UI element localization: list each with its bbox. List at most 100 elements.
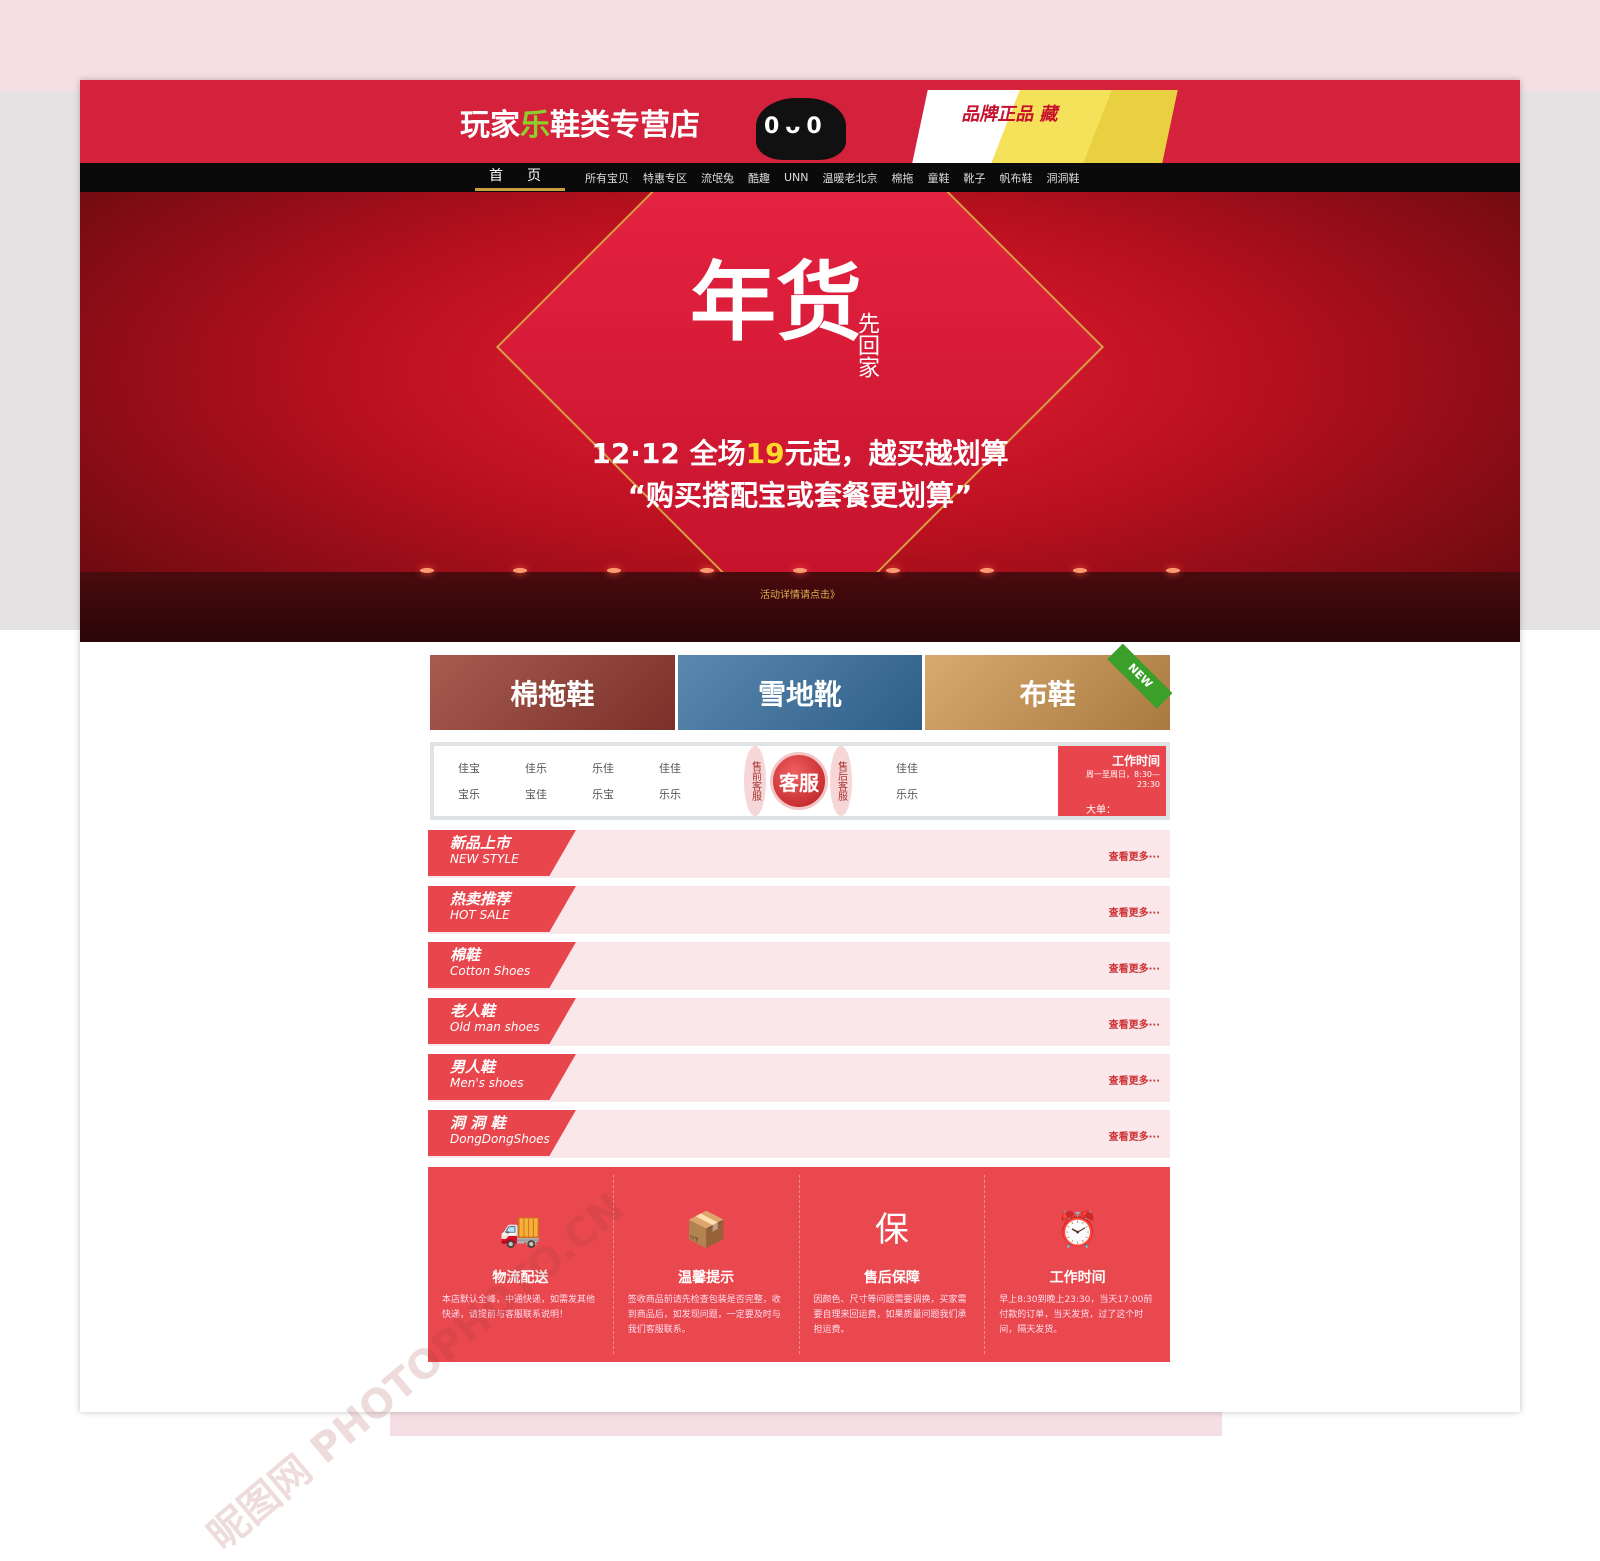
banner-line1: 12·12 全场19元起，越买越划算 (80, 432, 1520, 472)
section-title: 老人鞋 (450, 1002, 496, 1020)
category-snow-boots[interactable]: 雪地靴 (677, 655, 923, 730)
banner-details-link[interactable]: 活动详情请点击》 (80, 586, 1520, 601)
view-more-link[interactable]: 查看更多··· (1109, 1072, 1160, 1087)
section-row: 男人鞋 Men's shoes 查看更多··· (428, 1054, 1170, 1102)
section-subtitle: NEW STYLE (450, 852, 519, 866)
section-title: 热卖推荐 (450, 890, 511, 908)
section-subtitle: Old man shoes (450, 1020, 540, 1034)
nav-home[interactable]: 首页 (475, 165, 565, 191)
section-row: 热卖推荐 HOT SALE 查看更多··· (428, 886, 1170, 934)
banner-line2: “购买搭配宝或套餐更划算” (627, 479, 973, 512)
main-nav: 首页 所有宝贝 特惠专区 流氓兔 酷趣 UNN 温暖老北京 棉拖 童鞋 靴子 帆… (80, 163, 1520, 192)
agent-link[interactable]: 乐乐 (896, 786, 918, 802)
nav-item[interactable]: 棉拖 (892, 170, 914, 186)
after-sale-agents: 佳佳 乐乐 (896, 760, 918, 802)
section-subtitle: DongDongShoes (450, 1132, 550, 1146)
shield-icon: 保 (874, 1210, 909, 1250)
view-more-link[interactable]: 查看更多··· (1109, 1128, 1160, 1143)
line1-pre: 12·12 全场 (591, 437, 746, 470)
view-more-link[interactable]: 查看更多··· (1109, 848, 1160, 863)
bottom-strip (390, 1410, 1222, 1436)
nav-item[interactable]: 酷趣 (748, 170, 770, 186)
category-cloth-shoes[interactable]: 布鞋 NEW (925, 643, 1173, 730)
section-subtitle: Cotton Shoes (450, 964, 531, 978)
store-logo[interactable]: 玩家乐鞋类专营店 (460, 100, 700, 144)
promo-text: 品牌正品 藏 (960, 104, 1062, 125)
nav-item[interactable]: 特惠专区 (643, 170, 687, 186)
tmall-cat-icon: 0ᴗ0 (756, 98, 846, 160)
info-desc: 早上8:30到晚上23:30，当天17:00前付款的订单，当天发货，过了这个时间… (999, 1295, 1153, 1335)
info-after-sale: 保售后保障因颜色、尺寸等问题需要调换，买家需要自理来回运费，如果质量问题我们承担… (800, 1175, 986, 1354)
box-icon: 📦 (684, 1210, 728, 1250)
mascot-face: 0ᴗ0 (764, 114, 828, 139)
agent-link[interactable]: 佳佳 (896, 760, 918, 776)
agent-link[interactable]: 佳佳 (659, 760, 726, 776)
section-title: 棉鞋 (450, 946, 481, 964)
section-title: 新品上市 (450, 834, 511, 852)
section-tag: 新品上市 NEW STYLE (428, 830, 576, 876)
section-subtitle: Men's shoes (450, 1076, 524, 1090)
after-sale-label: 售后客服 (830, 746, 852, 816)
stage-lights (420, 568, 1180, 573)
section-tag: 洞 洞 鞋 DongDongShoes (428, 1110, 576, 1156)
stage-floor (80, 572, 1520, 642)
view-more-link[interactable]: 查看更多··· (1109, 1016, 1160, 1031)
banner-subtitle: 先回家 (854, 312, 879, 378)
logo-le: 乐 (520, 108, 550, 143)
alarm-clock-icon: ⏰ (1056, 1210, 1099, 1250)
agent-link[interactable]: 佳乐 (525, 760, 592, 776)
agent-link[interactable]: 宝乐 (458, 786, 525, 802)
category-cotton-slippers[interactable]: 棉拖鞋 (430, 655, 675, 730)
banner-title: 年货 (690, 252, 862, 353)
hours-title: 工作时间 (1111, 754, 1160, 768)
backdrop-top (0, 0, 1600, 92)
nav-item[interactable]: UNN (784, 171, 809, 184)
section-subtitle: HOT SALE (450, 908, 510, 922)
pre-sale-agents: 佳宝 佳乐 乐佳 佳佳 宝乐 宝佳 乐宝 乐乐 (458, 760, 726, 802)
logo-suffix: 鞋类专营店 (550, 108, 700, 143)
customer-service-badge: 客服 (770, 752, 828, 810)
bulk-order-label: 大单： (1086, 805, 1116, 816)
agent-link[interactable]: 乐佳 (592, 760, 659, 776)
logo-prefix: 玩家 (460, 108, 520, 143)
nav-item[interactable]: 童鞋 (928, 170, 950, 186)
info-title: 售后保障 (863, 1270, 920, 1286)
section-row: 老人鞋 Old man shoes 查看更多··· (428, 998, 1170, 1046)
section-row: 棉鞋 Cotton Shoes 查看更多··· (428, 942, 1170, 990)
info-desc: 因颜色、尺寸等问题需要调换，买家需要自理来回运费，如果质量问题我们承担运费。 (813, 1295, 967, 1335)
view-more-link[interactable]: 查看更多··· (1109, 960, 1160, 975)
new-badge: NEW (1107, 643, 1173, 709)
info-title: 温馨提示 (678, 1270, 735, 1286)
category-label: 布鞋 (1019, 677, 1076, 711)
section-tag: 老人鞋 Old man shoes (428, 998, 576, 1044)
section-tag: 棉鞋 Cotton Shoes (428, 942, 576, 988)
promo-banner[interactable]: 品牌正品 藏 (912, 90, 1178, 163)
nav-item[interactable]: 所有宝贝 (585, 170, 629, 186)
hero-banner[interactable]: 年货 先回家 12·12 全场19元起，越买越划算 “购买搭配宝或套餐更划算” … (80, 192, 1520, 642)
info-desc: 签收商品前请先检查包装是否完整，收到商品后，如发现问题，一定要及时与我们客服联系… (627, 1295, 781, 1335)
info-hours: ⏰ 工作时间 早上8:30到晚上23:30，当天17:00前付款的订单，当天发货，过… (985, 1175, 1170, 1354)
nav-item[interactable]: 洞洞鞋 (1047, 170, 1080, 186)
agent-link[interactable]: 乐宝 (592, 786, 659, 802)
store-header: 玩家乐鞋类专营店 0ᴗ0 品牌正品 藏 (80, 80, 1520, 163)
agent-link[interactable]: 宝佳 (525, 786, 592, 802)
section-title: 男人鞋 (450, 1058, 496, 1076)
section-tag: 男人鞋 Men's shoes (428, 1054, 576, 1100)
nav-item[interactable]: 靴子 (964, 170, 986, 186)
agent-link[interactable]: 乐乐 (659, 786, 726, 802)
nav-item[interactable]: 帆布鞋 (1000, 170, 1033, 186)
store-page: 玩家乐鞋类专营店 0ᴗ0 品牌正品 藏 首页 所有宝贝 特惠专区 流氓兔 酷趣 … (80, 80, 1520, 1412)
nav-item[interactable]: 温暖老北京 (823, 170, 878, 186)
hours-text: 周一至周日，8:30—23:30 (1086, 770, 1160, 789)
pre-sale-label: 售前客服 (744, 746, 766, 816)
product-sections: 新品上市 NEW STYLE 查看更多··· 热卖推荐 HOT SALE 查看更多···… (428, 830, 1170, 1166)
section-row: 新品上市 NEW STYLE 查看更多··· (428, 830, 1170, 878)
view-more-link[interactable]: 查看更多··· (1109, 904, 1160, 919)
agent-link[interactable]: 佳宝 (458, 760, 525, 776)
info-tips: 📦 温馨提示签收商品前请先检查包装是否完整，收到商品后，如发现问题，一定要及时与我… (614, 1175, 800, 1354)
nav-item[interactable]: 流氓兔 (701, 170, 734, 186)
section-row: 洞 洞 鞋 DongDongShoes 查看更多··· (428, 1110, 1170, 1158)
section-title: 洞 洞 鞋 (450, 1114, 506, 1132)
section-tag: 热卖推荐 HOT SALE (428, 886, 576, 932)
working-hours: 工作时间 周一至周日，8:30—23:30 大单： (1058, 746, 1166, 816)
